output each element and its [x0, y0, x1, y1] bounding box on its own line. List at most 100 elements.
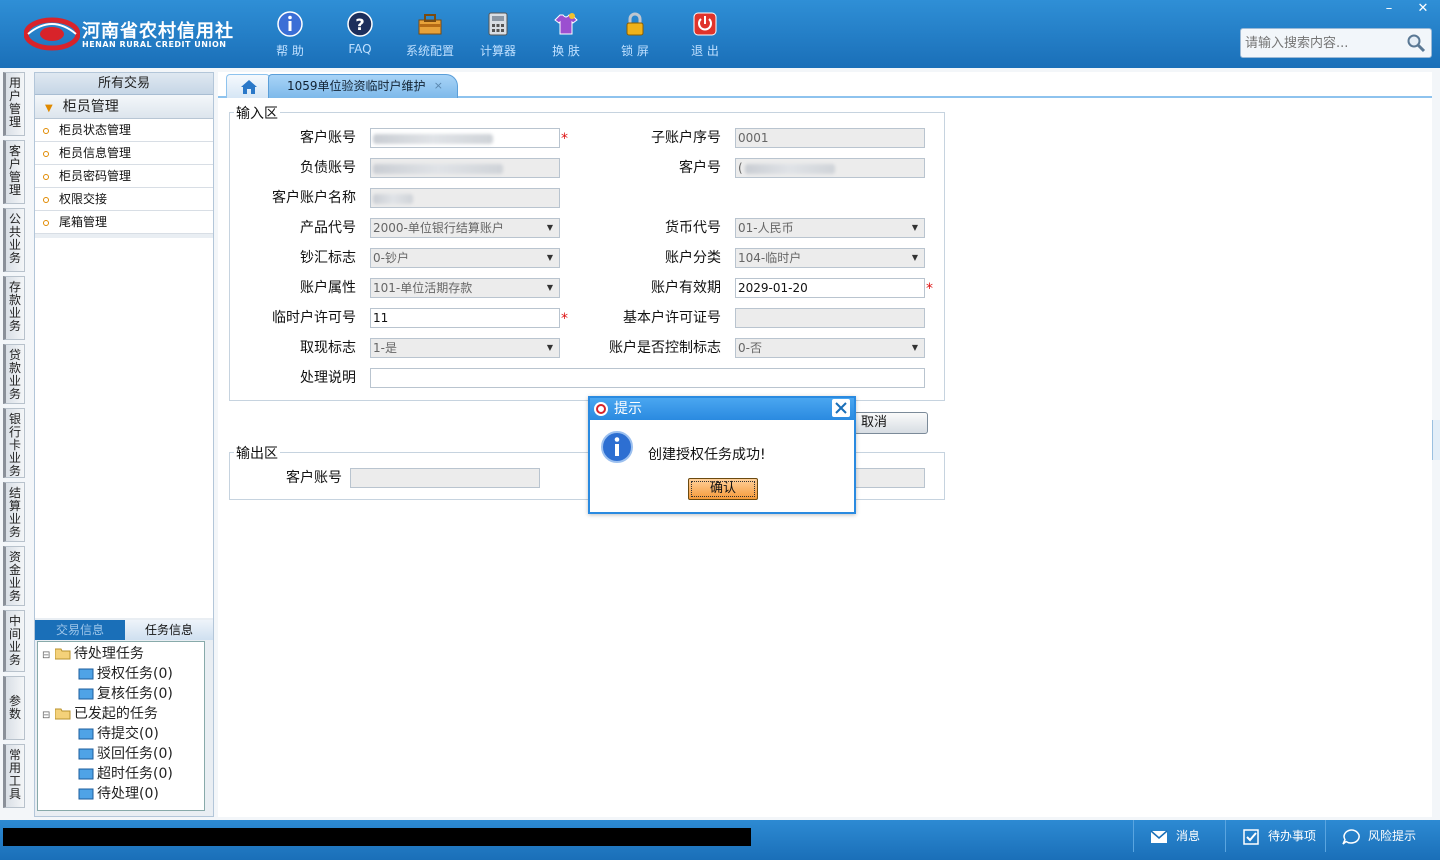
tree-node-pending[interactable]: ⊟ 待处理任务 [42, 644, 144, 664]
currency-code-select[interactable]: 01-人民币 ▼ [735, 218, 925, 238]
menu-item-permission-handover[interactable]: 权限交接 [35, 188, 213, 211]
account-control-select[interactable]: 0-否 ▼ [735, 338, 925, 358]
minimize-button[interactable]: – [1372, 0, 1406, 18]
info-icon [277, 11, 303, 37]
prompt-dialog: 提示 创建授权任务成功! 确认 [588, 396, 856, 514]
task-tab-bar: 交易信息 任务信息 [35, 620, 213, 640]
customer-account-field[interactable] [370, 128, 560, 148]
system-config-button[interactable]: 系统配置 [400, 10, 460, 62]
vtab-parameters[interactable]: 参数 [3, 676, 25, 740]
vtab-user-management[interactable]: 用户管理 [3, 72, 25, 136]
vtab-intermediate-business[interactable]: 中间业务 [3, 610, 25, 672]
confirm-button[interactable]: 确认 [688, 478, 758, 500]
home-tab[interactable] [226, 74, 270, 98]
lock-screen-button[interactable]: 锁 屏 [605, 10, 665, 62]
tab-transaction-info[interactable]: 交易信息 [35, 620, 125, 640]
basic-permit-label: 基本户许可证号 [623, 310, 721, 326]
vtab-loan-business[interactable]: 贷款业务 [3, 344, 25, 404]
customer-number-field[interactable]: ( [735, 158, 925, 178]
tab-1059-temp-account[interactable]: 1059单位验资临时户维护 × [268, 74, 458, 98]
output-customer-account-field[interactable] [350, 468, 540, 488]
skin-button[interactable]: 换 肤 [536, 10, 596, 62]
tree-node-review-tasks[interactable]: 复核任务(0) [78, 684, 173, 704]
output-second-field[interactable] [848, 468, 925, 488]
currency-code-label: 货币代号 [665, 220, 721, 236]
account-name-field[interactable] [370, 188, 560, 208]
bullet-icon [43, 219, 49, 226]
vtab-deposit-business[interactable]: 存款业务 [3, 276, 25, 340]
search-icon[interactable] [1406, 33, 1426, 53]
menu-item-teller-password[interactable]: 柜员密码管理 [35, 165, 213, 188]
toolbox-icon [418, 14, 442, 35]
tree-node-rejected[interactable]: 驳回任务(0) [78, 744, 173, 764]
chevron-down-icon[interactable]: ▼ [906, 339, 924, 357]
sub-account-seq-field[interactable]: 0001 [735, 128, 925, 148]
search-input[interactable] [1241, 29, 1401, 57]
chevron-down-icon[interactable]: ▼ [541, 279, 559, 297]
account-attribute-select[interactable]: 101-单位活期存款 ▼ [370, 278, 560, 298]
basic-permit-field[interactable] [735, 308, 925, 328]
bullet-icon [43, 173, 49, 180]
vtab-fund-business[interactable]: 资金业务 [3, 546, 25, 606]
chevron-down-icon[interactable]: ▼ [906, 219, 924, 237]
help-button[interactable]: 帮 助 [260, 10, 320, 62]
withdraw-flag-value: 1-是 [373, 341, 397, 355]
exit-button[interactable]: 退 出 [675, 10, 735, 62]
chevron-down-icon[interactable]: ▼ [541, 249, 559, 267]
withdraw-flag-select[interactable]: 1-是 ▼ [370, 338, 560, 358]
tree-node-timeout[interactable]: 超时任务(0) [78, 764, 173, 784]
teller-management-group[interactable]: ▼ 柜员管理 [35, 95, 213, 119]
input-section-legend: 输入区 [234, 103, 280, 123]
vtab-public-business[interactable]: 公共业务 [3, 208, 25, 272]
tab-close-icon[interactable]: × [434, 75, 443, 97]
cash-flag-select[interactable]: 0-钞户 ▼ [370, 248, 560, 268]
todo-button[interactable]: 待办事项 [1225, 820, 1325, 852]
tab-task-info[interactable]: 任务信息 [125, 620, 213, 640]
tree-node-todo[interactable]: 待处理(0) [78, 784, 159, 804]
required-mark: * [561, 131, 568, 147]
account-attribute-value: 101-单位活期存款 [373, 281, 473, 295]
all-transactions-header[interactable]: 所有交易 [35, 73, 213, 95]
menu-item-label: 柜员信息管理 [59, 146, 132, 160]
account-class-select[interactable]: 104-临时户 ▼ [735, 248, 925, 268]
calculator-button[interactable]: 计算器 [468, 10, 528, 62]
menu-item-tail-box[interactable]: 尾箱管理 [35, 211, 213, 234]
account-validity-field[interactable]: 2029-01-20 [735, 278, 925, 298]
logo-mark-icon [24, 17, 80, 51]
messages-label: 消息 [1176, 829, 1201, 843]
chevron-down-icon[interactable]: ▼ [541, 339, 559, 357]
right-collapse-handle[interactable] [1432, 420, 1440, 460]
menu-item-teller-status[interactable]: 柜员状态管理 [35, 119, 213, 142]
remark-field[interactable] [370, 368, 925, 388]
expand-arrow-icon: ▼ [45, 103, 53, 114]
product-code-select[interactable]: 2000-单位银行结算账户 ▼ [370, 218, 560, 238]
cash-flag-value: 0-钞户 [373, 251, 409, 265]
status-message-area [3, 828, 751, 846]
menu-item-teller-info[interactable]: 柜员信息管理 [35, 142, 213, 165]
risk-alert-button[interactable]: 风险提示 [1325, 820, 1435, 852]
debt-account-field[interactable] [370, 158, 560, 178]
account-attribute-label: 账户属性 [300, 280, 356, 296]
temp-permit-field[interactable]: 11 [370, 308, 560, 328]
faq-button[interactable]: ? FAQ [330, 10, 390, 62]
vtab-common-tools[interactable]: 常用工具 [3, 744, 25, 808]
messages-button[interactable]: 消息 [1133, 820, 1225, 852]
vtab-customer-management[interactable]: 客户管理 [3, 140, 25, 204]
status-bar: 消息 待办事项 风险提示 [0, 820, 1440, 860]
cancel-button[interactable]: 取消 [854, 412, 928, 434]
chevron-down-icon[interactable]: ▼ [541, 219, 559, 237]
lock-icon [626, 12, 644, 36]
menu-item-label: 柜员状态管理 [59, 123, 132, 137]
window-close-button[interactable]: ✕ [1406, 0, 1440, 18]
withdraw-flag-label: 取现标志 [300, 340, 356, 356]
vtab-settlement-business[interactable]: 结算业务 [3, 482, 25, 542]
customer-account-label: 客户账号 [300, 130, 356, 146]
tree-node-to-submit[interactable]: 待提交(0) [78, 724, 159, 744]
dialog-close-button[interactable] [832, 399, 850, 417]
vtab-bank-card-business[interactable]: 银行卡业务 [3, 408, 25, 478]
cash-flag-label: 钞汇标志 [300, 250, 356, 266]
product-code-label: 产品代号 [300, 220, 356, 236]
tree-node-initiated[interactable]: ⊟ 已发起的任务 [42, 704, 158, 724]
chevron-down-icon[interactable]: ▼ [906, 249, 924, 267]
tree-node-auth-tasks[interactable]: 授权任务(0) [78, 664, 173, 684]
